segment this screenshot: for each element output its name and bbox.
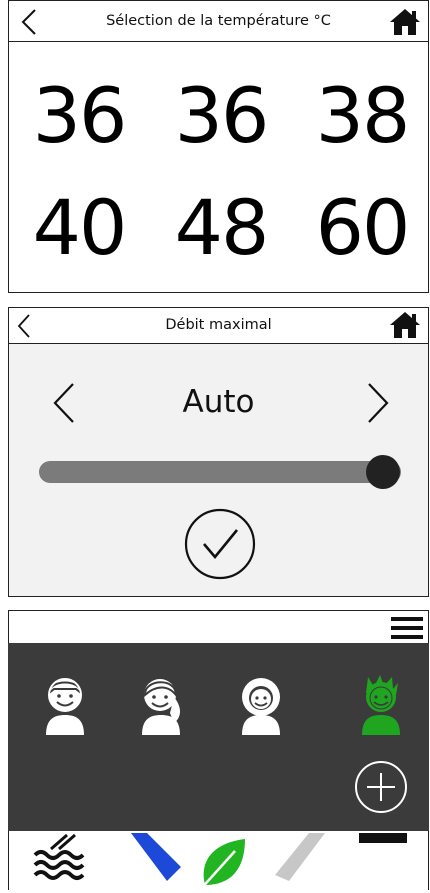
temperature-option[interactable]: 36: [161, 76, 281, 156]
flow-title: Débit maximal: [165, 317, 272, 333]
flow-panel: Débit maximal Auto: [8, 307, 429, 597]
temperature-option[interactable]: 36: [19, 76, 139, 156]
temperature-header: Sélection de la température °C: [9, 1, 428, 42]
next-mode-arrow-icon[interactable]: [359, 380, 395, 426]
temperature-grid: 36 36 38 40 48 60: [9, 42, 428, 292]
home-icon[interactable]: [388, 7, 422, 37]
profiles-panel: [8, 610, 429, 893]
grey-stripe-icon: [275, 833, 325, 881]
temperature-title: Sélection de la température °C: [106, 13, 331, 29]
flow-slider-handle[interactable]: [365, 455, 400, 489]
leaf-icon[interactable]: [195, 835, 249, 893]
temperature-option[interactable]: 48: [161, 188, 281, 268]
temperature-option[interactable]: 38: [302, 76, 422, 156]
profiles-overlay: [8, 643, 429, 831]
girl-avatar-icon[interactable]: [136, 673, 186, 735]
boy-avatar-icon[interactable]: [40, 673, 90, 735]
temperature-option[interactable]: 60: [302, 188, 422, 268]
black-bar-icon: [359, 833, 407, 843]
blue-stripe-icon: [131, 833, 181, 881]
flow-header: Débit maximal: [9, 308, 428, 344]
temperature-option[interactable]: 40: [19, 188, 139, 268]
woman-curly-avatar-icon[interactable]: [236, 673, 286, 735]
confirm-check-icon[interactable]: [182, 506, 258, 582]
bottom-icons-row: [9, 821, 428, 893]
home-icon[interactable]: [388, 310, 422, 340]
add-profile-icon[interactable]: [353, 759, 409, 815]
temperature-panel: Sélection de la température °C 36 36 38 …: [8, 0, 429, 293]
child-spiky-avatar-icon[interactable]: [356, 673, 406, 735]
waves-icon[interactable]: [31, 833, 89, 883]
hamburger-menu-icon[interactable]: [390, 615, 424, 641]
flow-slider[interactable]: [39, 455, 401, 489]
